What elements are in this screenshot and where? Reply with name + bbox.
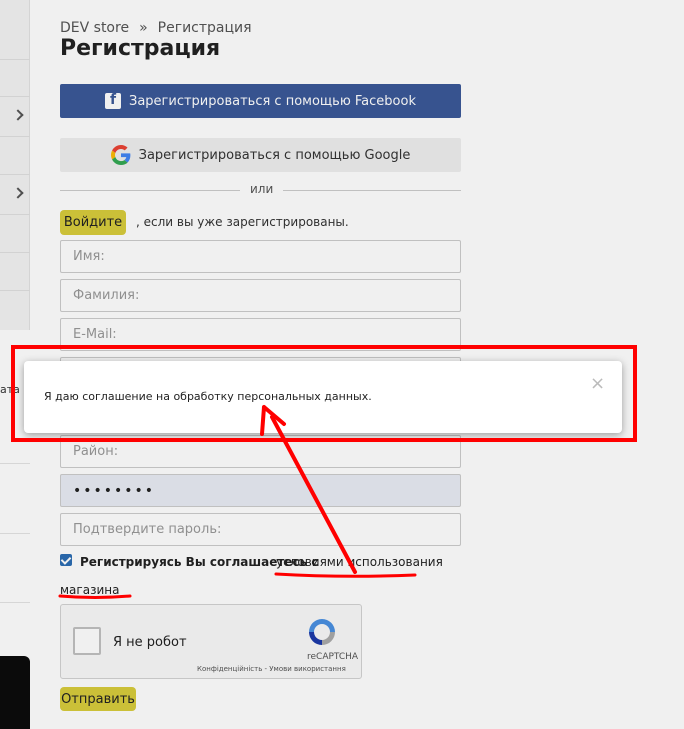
consent-message: Я даю соглашение на обработку персональн… xyxy=(44,390,372,403)
close-icon[interactable]: × xyxy=(590,375,605,393)
consent-tooltip: Я даю соглашение на обработку персональн… xyxy=(24,361,622,433)
